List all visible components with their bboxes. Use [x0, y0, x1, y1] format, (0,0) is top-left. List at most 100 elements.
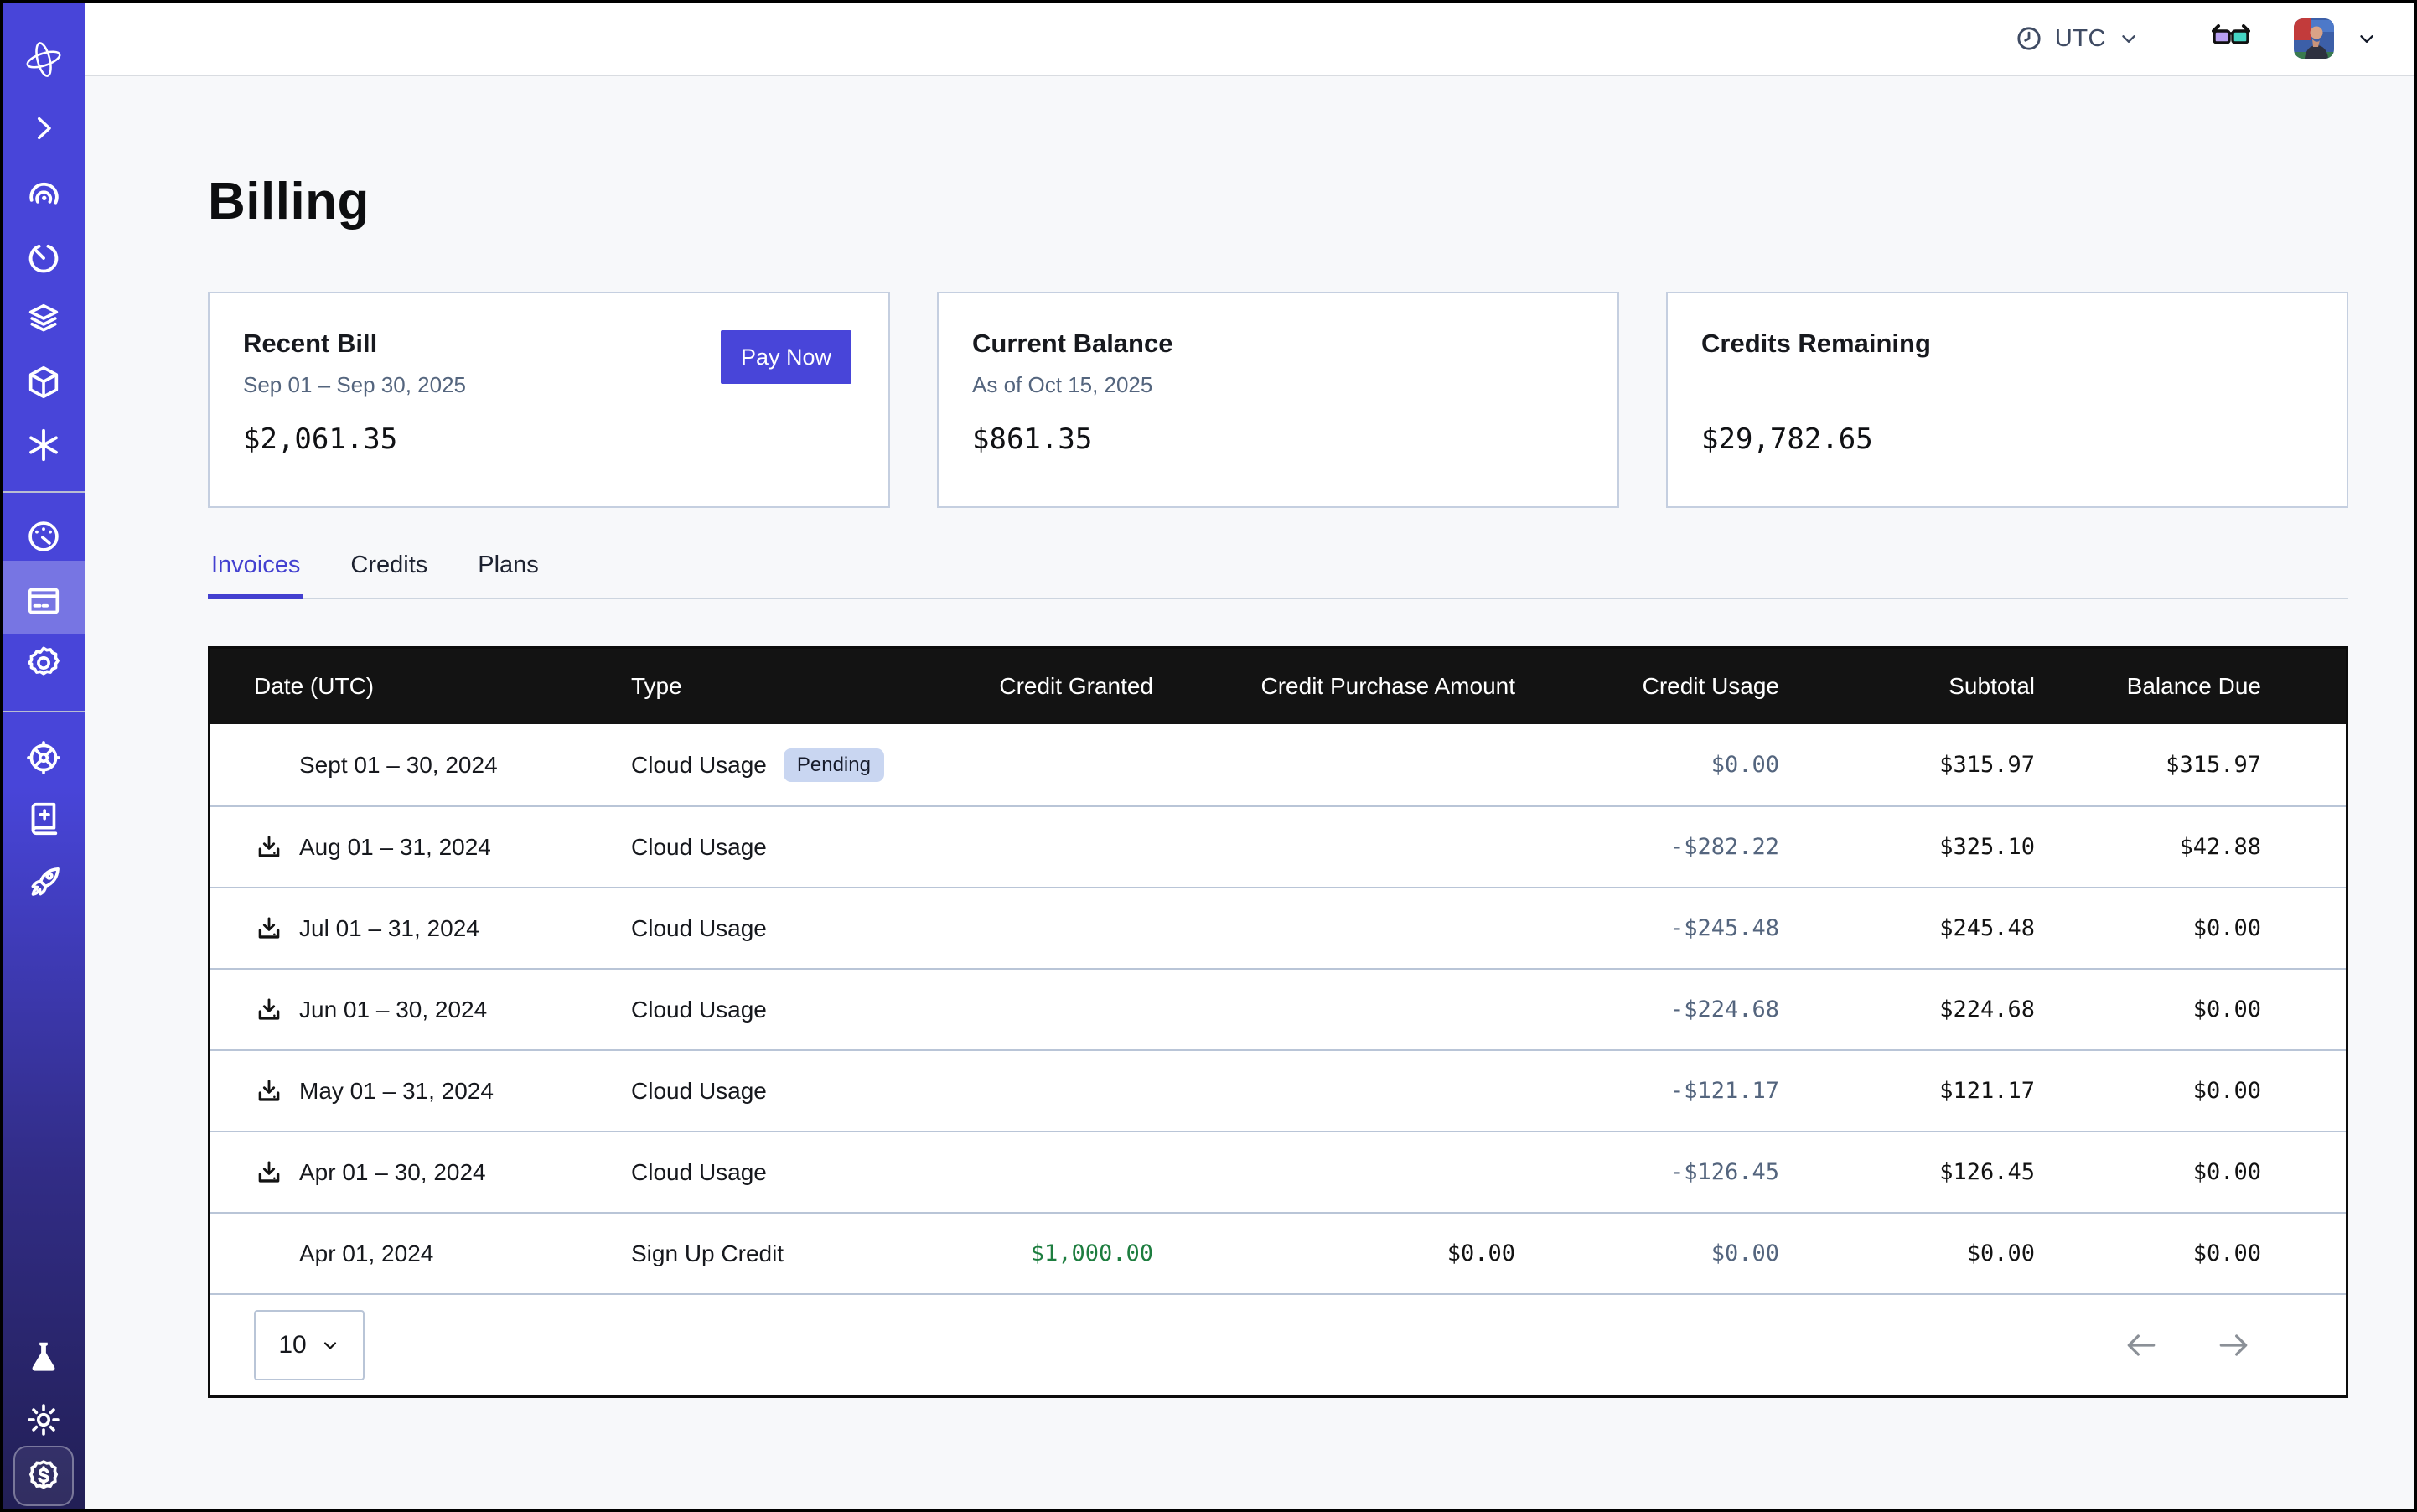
main-content: Billing Recent Bill Sep 01 – Sep 30, 202… [85, 78, 2414, 1509]
pay-now-button[interactable]: Pay Now [721, 330, 851, 384]
page-title: Billing [208, 172, 2348, 231]
download-invoice-button[interactable] [254, 995, 284, 1025]
card-subtitle [1701, 372, 2310, 401]
sidebar-layers-icon[interactable] [3, 296, 85, 343]
next-page-arrow-right-icon[interactable] [2215, 1327, 2252, 1364]
download-invoice-icon[interactable] [255, 1077, 283, 1106]
credit-usage-value: $0.00 [1515, 1240, 1779, 1266]
sidebar-meter-icon[interactable] [3, 513, 85, 560]
subtotal-value: $325.10 [1779, 834, 2035, 860]
invoices-table: Date (UTC) Type Credit Granted Credit Pu… [208, 646, 2348, 1398]
invoice-type: Sign Up Credit [631, 1240, 784, 1267]
invoice-row: Aug 01 – 31, 2024 Cloud Usage -$282.22 $… [210, 805, 2346, 887]
card-subtitle: As of Oct 15, 2025 [972, 372, 1581, 401]
sidebar-helm-icon[interactable] [3, 734, 85, 781]
recent-bill-amount: $2,061.35 [243, 422, 851, 456]
user-avatar[interactable] [2294, 18, 2334, 59]
credit-usage-value: -$224.68 [1515, 997, 1779, 1023]
timezone-selector[interactable]: UTC [2015, 24, 2140, 53]
invoice-type: Cloud Usage [631, 1078, 767, 1105]
invoice-row: Apr 01, 2024 Sign Up Credit $1,000.00 $0… [210, 1212, 2346, 1293]
table-body: Sept 01 – 30, 2024 Cloud Usage Pending $… [210, 724, 2346, 1293]
subtotal-value: $245.48 [1779, 915, 2035, 941]
invoice-date: May 01 – 31, 2024 [299, 1078, 494, 1105]
column-header-credit-usage: Credit Usage [1515, 673, 1779, 700]
download-invoice-button[interactable] [254, 1076, 284, 1106]
user-menu-button[interactable] [2356, 28, 2378, 49]
sidebar-book-sparkle-icon[interactable] [3, 795, 85, 842]
app-logo-orbit-icon[interactable] [3, 34, 85, 85]
balance-due-value: $42.88 [2035, 834, 2261, 860]
chevron-down-icon [2356, 28, 2378, 49]
chevron-down-icon [2118, 28, 2140, 49]
credits-remaining-amount: $29,782.65 [1701, 422, 2310, 456]
download-invoice-icon[interactable] [255, 1158, 283, 1187]
download-invoice-button[interactable] [254, 832, 284, 862]
tab-plans[interactable]: Plans [474, 551, 542, 598]
prev-page-arrow-left-icon[interactable] [2123, 1327, 2160, 1364]
balance-due-value: $315.97 [2035, 752, 2261, 778]
invoice-date: Jul 01 – 31, 2024 [299, 915, 479, 942]
sidebar-flask-icon[interactable] [3, 1333, 85, 1380]
sidebar-collapse-chevron-right-icon[interactable] [3, 105, 85, 152]
download-invoice-icon[interactable] [255, 833, 283, 862]
topbar: UTC [85, 3, 2414, 76]
status-badge-pending: Pending [784, 748, 884, 782]
table-footer: 10 [210, 1293, 2346, 1395]
invoice-type: Cloud Usage [631, 1159, 767, 1186]
invoice-date: Aug 01 – 31, 2024 [299, 834, 491, 861]
invoice-row: Apr 01 – 30, 2024 Cloud Usage -$126.45 $… [210, 1131, 2346, 1212]
dollar-coin-icon [24, 1457, 63, 1495]
invoice-row: May 01 – 31, 2024 Cloud Usage -$121.17 $… [210, 1049, 2346, 1131]
credits-remaining-card: Credits Remaining $29,782.65 [1666, 292, 2348, 508]
subtotal-value: $224.68 [1779, 997, 2035, 1023]
sidebar-divider [3, 711, 85, 712]
credit-usage-value: -$245.48 [1515, 915, 1779, 941]
sidebar-timer-icon[interactable] [3, 235, 85, 282]
column-header-credit-granted: Credit Granted [952, 673, 1153, 700]
tab-credits[interactable]: Credits [347, 551, 431, 598]
invoice-date: Apr 01, 2024 [299, 1240, 433, 1267]
sidebar-asterisk-icon[interactable] [3, 422, 85, 469]
sidebar-cube-icon[interactable] [3, 359, 85, 406]
sidebar-divider [3, 491, 85, 493]
balance-due-value: $0.00 [2035, 1159, 2261, 1185]
download-invoice-icon[interactable] [255, 996, 283, 1024]
sidebar-item-billing-card-icon[interactable] [3, 577, 85, 624]
invoice-date: Sept 01 – 30, 2024 [299, 752, 498, 779]
invoice-date: Apr 01 – 30, 2024 [299, 1159, 486, 1186]
download-invoice-button[interactable] [254, 914, 284, 944]
subtotal-value: $126.45 [1779, 1159, 2035, 1185]
theme-glasses-button[interactable] [2212, 24, 2250, 53]
column-header-balance-due: Balance Due [2035, 673, 2261, 700]
sidebar-credits-coin-button[interactable] [13, 1446, 74, 1506]
download-invoice-button[interactable] [254, 1157, 284, 1188]
current-balance-amount: $861.35 [972, 422, 1581, 456]
table-header-row: Date (UTC) Type Credit Granted Credit Pu… [210, 649, 2346, 724]
download-placeholder [254, 1239, 284, 1269]
glasses-icon [2212, 24, 2250, 53]
timezone-label: UTC [2055, 25, 2106, 53]
sidebar-rocket-icon[interactable] [3, 858, 85, 905]
credit-usage-value: -$282.22 [1515, 834, 1779, 860]
balance-due-value: $0.00 [2035, 1240, 2261, 1266]
invoice-type: Cloud Usage [631, 915, 767, 942]
sidebar-settings-gear-icon[interactable] [3, 639, 85, 686]
chevron-down-icon [320, 1335, 340, 1355]
current-balance-card: Current Balance As of Oct 15, 2025 $861.… [937, 292, 1619, 508]
tab-invoices[interactable]: Invoices [208, 551, 303, 598]
card-title: Current Balance [972, 329, 1581, 359]
credit-usage-value: -$126.45 [1515, 1159, 1779, 1185]
sidebar-spiral-icon[interactable] [3, 173, 85, 220]
sidebar-sun-icon[interactable] [3, 1396, 85, 1443]
invoice-type: Cloud Usage [631, 834, 767, 861]
summary-cards: Recent Bill Sep 01 – Sep 30, 2025 $2,061… [208, 292, 2348, 508]
credit-usage-value: $0.00 [1515, 752, 1779, 778]
recent-bill-card: Recent Bill Sep 01 – Sep 30, 2025 $2,061… [208, 292, 890, 508]
invoice-type: Cloud Usage [631, 997, 767, 1023]
page-size-select[interactable]: 10 [254, 1310, 365, 1380]
invoice-row: Jul 01 – 31, 2024 Cloud Usage -$245.48 $… [210, 887, 2346, 968]
billing-tabs: Invoices Credits Plans [208, 551, 2348, 599]
card-title: Credits Remaining [1701, 329, 2310, 359]
download-invoice-icon[interactable] [255, 914, 283, 943]
